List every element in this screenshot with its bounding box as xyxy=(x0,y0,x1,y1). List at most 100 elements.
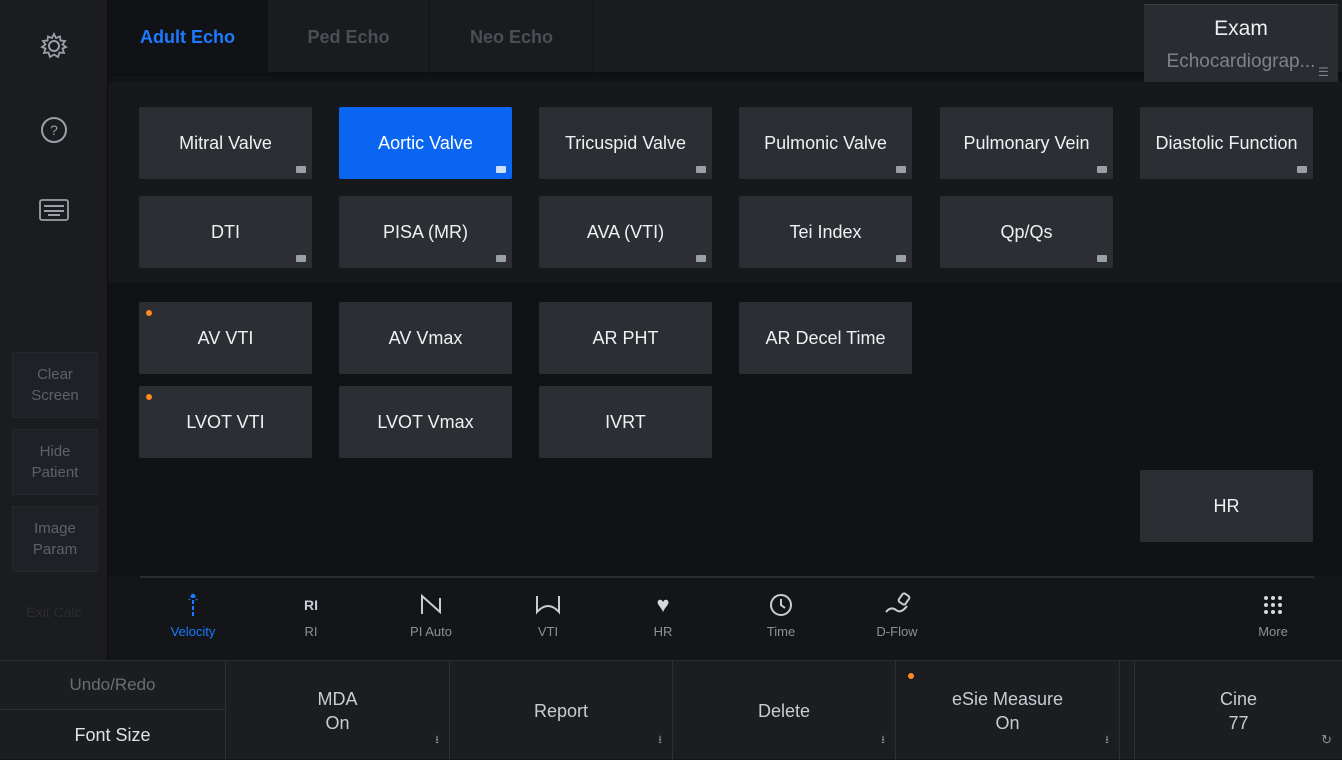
measure-av-vmax[interactable]: AV Vmax xyxy=(339,302,512,374)
folder-icon xyxy=(296,255,306,262)
folder-icon xyxy=(496,166,506,173)
folder-label: Pulmonic Valve xyxy=(764,132,887,153)
tool-label: RI xyxy=(304,624,318,639)
exam-value: Echocardiograp... xyxy=(1166,51,1316,72)
font-size-button[interactable]: Font Size xyxy=(0,710,226,760)
measure-ar-pht[interactable]: AR PHT xyxy=(539,302,712,374)
folder-aortic-valve[interactable]: Aortic Valve xyxy=(339,107,512,179)
tool-ri[interactable]: RI RI xyxy=(271,590,351,652)
folder-icon xyxy=(1097,255,1107,262)
left-rail: ? Clear Screen Hide Patient Image Param … xyxy=(0,0,108,660)
folder-icon xyxy=(1297,166,1307,173)
measure-label: AV VTI xyxy=(197,327,254,348)
dropdown-arrow-icon: ⭳ xyxy=(881,734,885,746)
measure-label: AR Decel Time xyxy=(765,327,886,348)
folder-label: Mitral Valve xyxy=(179,132,272,153)
mda-label: MDA xyxy=(317,688,358,709)
folder-icon xyxy=(696,255,706,262)
cine-label: Cine xyxy=(1219,688,1258,709)
folder-pulmonary-vein[interactable]: Pulmonary Vein xyxy=(940,107,1113,179)
delete-button[interactable]: Delete ⭳ xyxy=(673,661,896,760)
folder-icon xyxy=(296,166,306,173)
folder-dti[interactable]: DTI xyxy=(139,196,312,268)
measure-av-vti[interactable]: AV VTI xyxy=(139,302,312,374)
folder-section: Mitral Valve Aortic Valve Tricuspid Valv… xyxy=(108,82,1342,282)
folder-qp-qs[interactable]: Qp/Qs xyxy=(940,196,1113,268)
tool-label: Time xyxy=(766,624,796,639)
svg-text:?: ? xyxy=(50,122,58,138)
image-param-button[interactable]: Image Param xyxy=(12,506,98,572)
folder-label: DTI xyxy=(211,221,240,242)
esie-measure-button[interactable]: eSie Measure On ⭳ xyxy=(896,661,1120,760)
folder-tei-index[interactable]: Tei Index xyxy=(739,196,912,268)
heart-icon: ♥ xyxy=(656,592,670,617)
folder-icon xyxy=(496,255,506,262)
tool-label: D-Flow xyxy=(876,624,918,639)
exam-title: Exam xyxy=(1214,17,1268,40)
folder-label: Tricuspid Valve xyxy=(564,132,687,153)
tool-hr[interactable]: ♥ HR xyxy=(623,590,703,652)
tab-ped-echo[interactable]: Ped Echo xyxy=(268,0,430,74)
keyboard-icon[interactable] xyxy=(0,180,108,240)
dropdown-arrow-icon: ⭳ xyxy=(435,734,439,746)
folder-tricuspid-valve[interactable]: Tricuspid Valve xyxy=(539,107,712,179)
folder-icon xyxy=(696,166,706,173)
help-icon[interactable]: ? xyxy=(0,100,108,160)
tool-more[interactable]: More xyxy=(1233,590,1313,652)
tool-label: VTI xyxy=(537,624,559,639)
measured-indicator xyxy=(146,310,152,316)
folder-diastolic-function[interactable]: Diastolic Function xyxy=(1140,107,1313,179)
dropdown-arrow-icon: ⭳ xyxy=(658,734,662,746)
folder-label: PISA (MR) xyxy=(382,221,468,242)
divider xyxy=(140,576,1314,578)
folder-label: AVA (VTI) xyxy=(586,221,665,242)
tab-adult-echo[interactable]: Adult Echo xyxy=(108,0,268,74)
grid-more-icon xyxy=(1233,590,1313,620)
measured-indicator xyxy=(146,394,152,400)
tool-time[interactable]: Time xyxy=(741,590,821,652)
measurement-section: AV VTI AV Vmax AR PHT AR Decel Time LVOT… xyxy=(108,284,1342,576)
hr-button[interactable]: HR xyxy=(1140,470,1313,542)
tool-velocity[interactable]: Velocity xyxy=(153,590,233,652)
d-flow-icon xyxy=(857,590,937,620)
pi-auto-icon xyxy=(391,590,471,620)
measure-lvot-vmax[interactable]: LVOT Vmax xyxy=(339,386,512,458)
folder-icon xyxy=(896,166,906,173)
report-label: Report xyxy=(533,700,589,721)
clock-icon xyxy=(741,590,821,620)
cine-value: 77 xyxy=(1228,712,1249,733)
measure-ivrt[interactable]: IVRT xyxy=(539,386,712,458)
mda-value: On xyxy=(325,712,350,733)
folder-mitral-valve[interactable]: Mitral Valve xyxy=(139,107,312,179)
exam-selector[interactable]: Exam Echocardiograp... ☰ xyxy=(1144,4,1338,84)
vti-icon xyxy=(508,590,588,620)
esie-value: On xyxy=(995,712,1020,733)
undo-redo-button[interactable]: Undo/Redo xyxy=(0,661,226,710)
mda-button[interactable]: MDA On ⭳ xyxy=(226,661,450,760)
tool-pi-auto[interactable]: PI Auto xyxy=(391,590,471,652)
velocity-arrow-icon xyxy=(153,590,233,620)
gear-icon[interactable] xyxy=(0,16,108,76)
folder-pisa-mr[interactable]: PISA (MR) xyxy=(339,196,512,268)
cine-control[interactable]: Cine 77 ↻ xyxy=(1134,661,1342,760)
folder-ava-vti[interactable]: AVA (VTI) xyxy=(539,196,712,268)
folder-icon xyxy=(896,255,906,262)
folder-label: Diastolic Function xyxy=(1155,132,1298,153)
rotary-knob-icon: ↻ xyxy=(1321,732,1332,747)
folder-label: Qp/Qs xyxy=(1000,221,1053,242)
tool-d-flow[interactable]: D-Flow xyxy=(857,590,937,652)
measure-lvot-vti[interactable]: LVOT VTI xyxy=(139,386,312,458)
measure-ar-decel-time[interactable]: AR Decel Time xyxy=(739,302,912,374)
hide-patient-button[interactable]: Hide Patient xyxy=(12,429,98,495)
report-button[interactable]: Report ⭳ xyxy=(450,661,673,760)
esie-label: eSie Measure xyxy=(951,688,1064,709)
clear-screen-button[interactable]: Clear Screen xyxy=(12,352,98,418)
tool-label: HR xyxy=(653,624,673,639)
tab-neo-echo[interactable]: Neo Echo xyxy=(430,0,594,74)
tool-label: Velocity xyxy=(170,624,216,639)
folder-pulmonic-valve[interactable]: Pulmonic Valve xyxy=(739,107,912,179)
menu-icon: ☰ xyxy=(1318,65,1329,79)
hr-label: HR xyxy=(1213,495,1240,516)
tool-vti[interactable]: VTI xyxy=(508,590,588,652)
exit-calc-button[interactable]: Exit Calc xyxy=(0,604,108,620)
